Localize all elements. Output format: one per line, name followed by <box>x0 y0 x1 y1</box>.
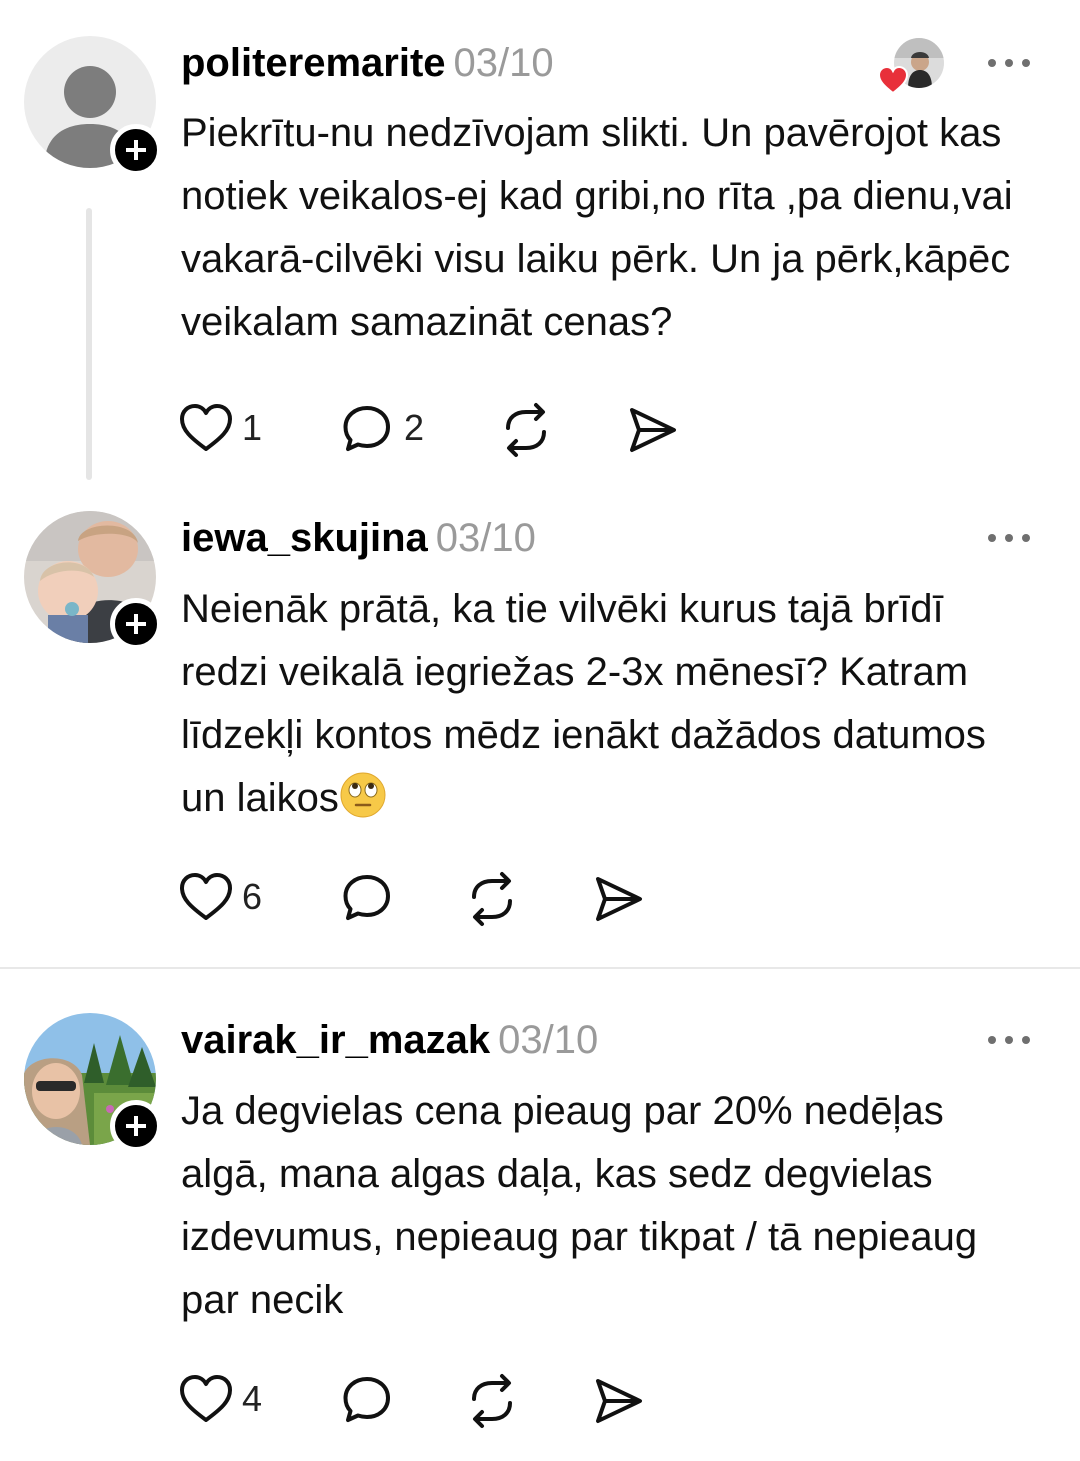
post-header: iewa_skujina 03/10 <box>181 513 536 563</box>
thread-line <box>86 208 92 480</box>
more-icon <box>988 1036 996 1044</box>
post-text: Piekrītu-nu nedzīvojam slikti. Un pavēro… <box>181 111 1013 344</box>
share-icon <box>596 1379 642 1423</box>
comment-icon <box>343 1377 390 1422</box>
post-header: vairak_ir_mazak 03/10 <box>181 1015 598 1065</box>
repost-icon <box>472 1374 512 1428</box>
heart-icon <box>180 404 232 451</box>
post-header: politeremarite 03/10 <box>181 38 554 88</box>
repost-button[interactable] <box>464 1369 524 1429</box>
repost-icon <box>506 403 546 457</box>
share-button[interactable] <box>590 1369 650 1429</box>
repost-icon <box>472 872 512 926</box>
comment-icon <box>343 406 390 451</box>
username[interactable]: iewa_skujina <box>181 516 428 560</box>
share-icon <box>630 408 676 452</box>
comment-icon <box>343 875 390 920</box>
post-text: Ja degvielas cena pieaug par 20% nedēļas… <box>181 1089 978 1322</box>
reply-button[interactable]: 2 <box>340 398 440 458</box>
heart-icon <box>180 1375 232 1422</box>
heart-icon <box>878 66 908 94</box>
heart-icon <box>180 873 232 920</box>
follow-button[interactable] <box>110 598 162 650</box>
follow-button[interactable] <box>110 124 162 176</box>
post-date: 03/10 <box>453 41 554 85</box>
post-actions: 1 2 <box>178 398 698 458</box>
post-date: 03/10 <box>435 516 536 560</box>
like-button[interactable]: 6 <box>178 867 278 927</box>
share-button[interactable] <box>590 867 650 927</box>
post-1: politeremarite 03/10 Piekrītu-nu nedzīvoj… <box>0 0 1080 500</box>
post-text: Neienāk prātā, ka tie vilvēki kurus tajā… <box>181 578 1041 830</box>
post-text-content: Neienāk prātā, ka tie vilvēki kurus tajā… <box>181 587 986 820</box>
username[interactable]: politeremarite <box>181 41 446 85</box>
username[interactable]: vairak_ir_mazak <box>181 1018 490 1062</box>
repost-button[interactable] <box>464 867 524 927</box>
post-date: 03/10 <box>498 1018 599 1062</box>
reply-button[interactable] <box>340 1369 400 1429</box>
post-2: iewa_skujina 03/10 Neienāk prātā, ka tie … <box>0 500 1080 968</box>
more-icon <box>988 534 996 542</box>
reply-count: 2 <box>404 407 425 448</box>
follow-button[interactable] <box>110 1100 162 1152</box>
more-icon <box>988 59 996 67</box>
more-options-button[interactable] <box>988 1034 1030 1046</box>
like-button[interactable]: 4 <box>178 1369 278 1429</box>
reply-button[interactable] <box>340 867 400 927</box>
post-divider <box>0 967 1080 969</box>
share-button[interactable] <box>624 398 684 458</box>
repost-button[interactable] <box>498 398 558 458</box>
post-3: vairak_ir_mazak 03/10 Ja degvielas cena p… <box>0 970 1080 1461</box>
post-actions: 4 <box>178 1369 658 1429</box>
more-options-button[interactable] <box>988 57 1030 69</box>
rolling-eyes-emoji <box>340 772 386 818</box>
more-options-button[interactable] <box>988 532 1030 544</box>
share-icon <box>596 877 642 921</box>
like-count: 4 <box>242 1378 263 1419</box>
like-count: 1 <box>242 407 263 448</box>
like-button[interactable]: 1 <box>178 398 278 458</box>
post-actions: 6 <box>178 867 658 927</box>
like-count: 6 <box>242 876 263 917</box>
